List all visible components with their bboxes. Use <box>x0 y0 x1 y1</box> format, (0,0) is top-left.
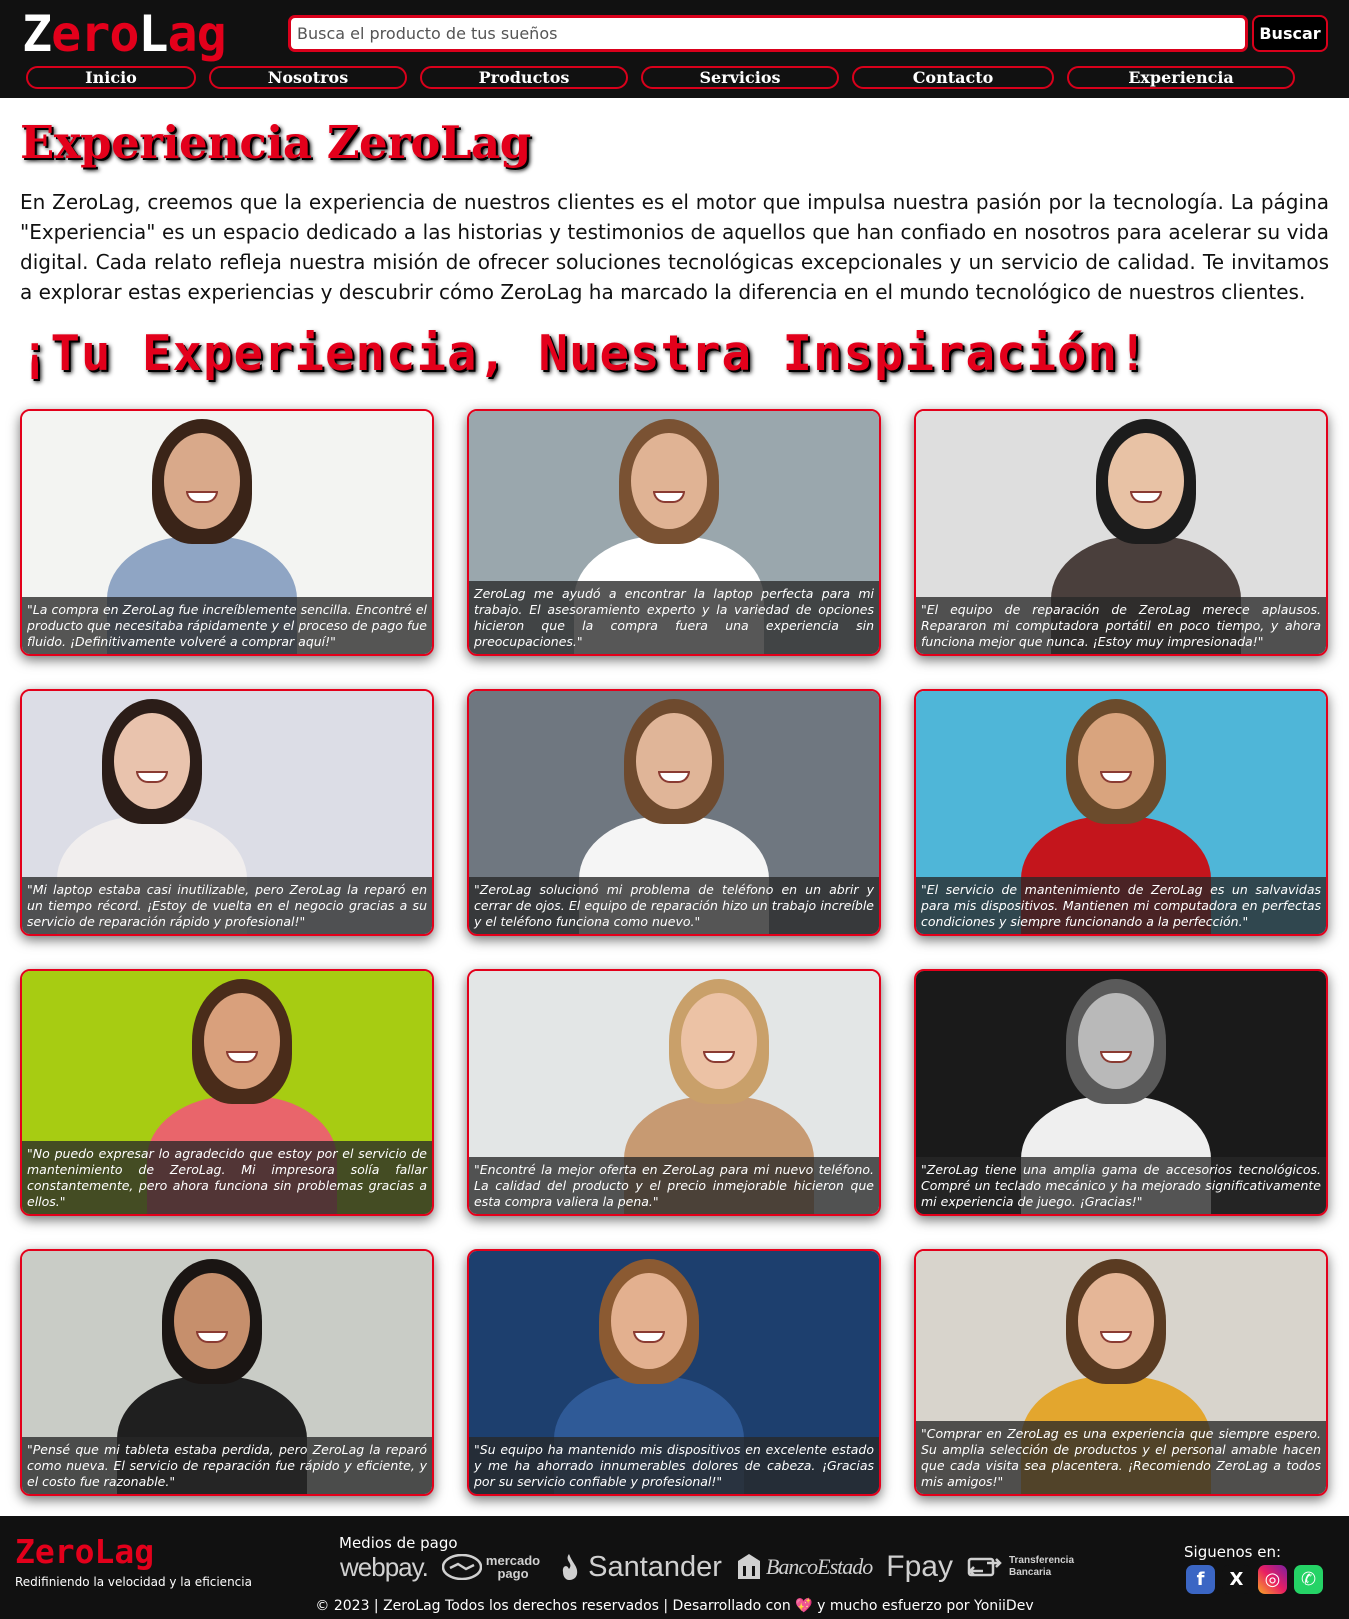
footer-logo[interactable]: ZeroLag <box>15 1532 154 1571</box>
testimonial-text: "ZeroLag tiene una amplia gama de acceso… <box>916 1157 1326 1214</box>
testimonial-text: "Su equipo ha mantenido mis dispositivos… <box>469 1437 879 1494</box>
facebook-icon[interactable]: f <box>1186 1565 1215 1594</box>
person-face <box>611 1273 687 1369</box>
search-button[interactable]: Buscar <box>1252 15 1328 52</box>
main-nav: Inicio Nosotros Productos Servicios Cont… <box>26 66 1323 89</box>
nav-item-contacto[interactable]: Contacto <box>852 66 1054 89</box>
testimonial-card: "Pensé que mi tableta estaba perdida, pe… <box>20 1249 434 1496</box>
transferencia-logo: Transferencia Bancaria <box>967 1555 1074 1579</box>
testimonial-text: "Encontré la mejor oferta en ZeroLag par… <box>469 1157 879 1214</box>
nav-item-experiencia[interactable]: Experiencia <box>1067 66 1295 89</box>
mercadopago-logo: mercado pago <box>441 1554 540 1581</box>
site-footer: ZeroLag Redifiniendo la velocidad y la e… <box>0 1516 1349 1619</box>
transferencia-word-2: Bancaria <box>1008 1567 1052 1578</box>
logo-letter-l: L <box>138 5 168 63</box>
intro-paragraph: En ZeroLag, creemos que la experiencia d… <box>20 190 1329 304</box>
testimonial-card: "Su equipo ha mantenido mis dispositivos… <box>467 1249 881 1496</box>
testimonial-card: "ZeroLag solucionó mi problema de teléfo… <box>467 689 881 936</box>
x-icon[interactable]: X <box>1222 1565 1251 1594</box>
logo-ag: ag <box>167 5 227 63</box>
heart-icon: 💖 <box>795 1598 813 1614</box>
webpay-logo: webpay. <box>340 1551 429 1582</box>
person-face <box>631 433 707 529</box>
nav-item-inicio[interactable]: Inicio <box>26 66 196 89</box>
page-title: Experiencia ZeroLag <box>20 116 531 169</box>
person-face <box>1078 713 1154 809</box>
testimonial-text: "El servicio de mantenimiento de ZeroLag… <box>916 877 1326 934</box>
copyright: © 2023 | ZeroLag Todos los derechos rese… <box>0 1598 1349 1614</box>
person-face <box>681 993 757 1089</box>
testimonial-text: "No puedo expresar lo agradecido que est… <box>22 1141 432 1214</box>
section-subtitle: ¡Tu Experiencia, Nuestra Inspiración! <box>20 325 1149 382</box>
footer-tagline: Redifiniendo la velocidad y la eficienci… <box>15 1575 252 1589</box>
nav-item-nosotros[interactable]: Nosotros <box>209 66 407 89</box>
search-bar: Buscar <box>288 15 1328 52</box>
search-input[interactable] <box>288 15 1248 52</box>
person-face <box>114 713 190 809</box>
site-header: ZeroLag Buscar Inicio Nosotros Productos… <box>0 0 1349 98</box>
nav-item-servicios[interactable]: Servicios <box>641 66 839 89</box>
person-face <box>1108 433 1184 529</box>
testimonial-card: "Encontré la mejor oferta en ZeroLag par… <box>467 969 881 1216</box>
testimonial-text: "Pensé que mi tableta estaba perdida, pe… <box>22 1437 432 1494</box>
santander-word: Santander <box>588 1550 722 1583</box>
testimonial-card: ZeroLag me ayudó a encontrar la laptop p… <box>467 409 881 656</box>
testimonial-text: "ZeroLag solucionó mi problema de teléfo… <box>469 877 879 934</box>
testimonial-text: "Mi laptop estaba casi inutilizable, per… <box>22 877 432 934</box>
testimonial-card: "El equipo de reparación de ZeroLag mere… <box>914 409 1328 656</box>
copyright-text-start: © 2023 | ZeroLag Todos los derechos rese… <box>315 1598 791 1614</box>
logo-letter-z: Z <box>22 5 52 63</box>
testimonial-card: "Comprar en ZeroLag es una experiencia q… <box>914 1249 1328 1496</box>
person-face <box>164 433 240 529</box>
testimonial-card: "El servicio de mantenimiento de ZeroLag… <box>914 689 1328 936</box>
bancoestado-word: BancoEstado <box>765 1554 873 1579</box>
person-face <box>174 1273 250 1369</box>
logo-ero: ero <box>51 5 139 63</box>
nav-item-productos[interactable]: Productos <box>420 66 628 89</box>
testimonial-card: "La compra en ZeroLag fue increíblemente… <box>20 409 434 656</box>
whatsapp-icon[interactable]: ✆ <box>1294 1565 1323 1594</box>
main-content: Experiencia ZeroLag En ZeroLag, creemos … <box>0 112 1349 1496</box>
testimonial-card: "No puedo expresar lo agradecido que est… <box>20 969 434 1216</box>
follow-label: Siguenos en: <box>1184 1543 1282 1561</box>
testimonial-grid: "La compra en ZeroLag fue increíblemente… <box>20 409 1329 1496</box>
testimonial-text: "El equipo de reparación de ZeroLag mere… <box>916 597 1326 654</box>
testimonial-text: ZeroLag me ayudó a encontrar la laptop p… <box>469 581 879 654</box>
bank-building-icon <box>737 1554 760 1579</box>
flame-icon <box>562 1554 578 1580</box>
mercadopago-word-2: pago <box>497 1566 529 1581</box>
person-face <box>636 713 712 809</box>
transferencia-word-1: Transferencia <box>1008 1555 1075 1566</box>
handshake-icon <box>441 1554 482 1580</box>
fpay-logo: Fpay <box>886 1550 953 1583</box>
testimonial-text: "La compra en ZeroLag fue increíblemente… <box>22 597 432 654</box>
person-face <box>1078 1273 1154 1369</box>
santander-logo: Santander <box>554 1551 722 1584</box>
bancoestado-logo: BancoEstado <box>736 1553 873 1581</box>
payment-logos: webpay. mercado pago Santander BancoEstad… <box>340 1550 1074 1584</box>
copyright-text-end: y mucho esfuerzo por YoniiDev <box>817 1598 1034 1614</box>
transfer-icon <box>967 1557 1002 1577</box>
testimonial-card: "ZeroLag tiene una amplia gama de acceso… <box>914 969 1328 1216</box>
instagram-icon[interactable]: ◎ <box>1258 1565 1287 1594</box>
person-face <box>1078 993 1154 1089</box>
testimonial-card: "Mi laptop estaba casi inutilizable, per… <box>20 689 434 936</box>
person-face <box>204 993 280 1089</box>
brand-logo[interactable]: ZeroLag <box>22 4 227 64</box>
testimonial-text: "Comprar en ZeroLag es una experiencia q… <box>916 1421 1326 1494</box>
social-links: f X ◎ ✆ <box>1186 1565 1323 1594</box>
